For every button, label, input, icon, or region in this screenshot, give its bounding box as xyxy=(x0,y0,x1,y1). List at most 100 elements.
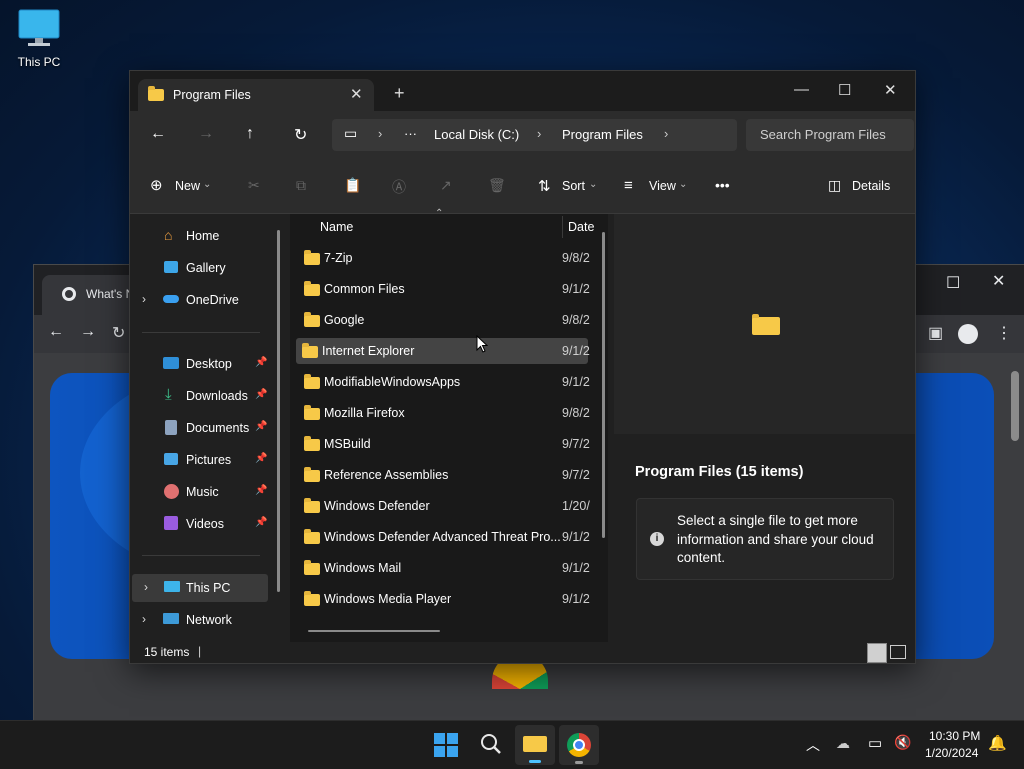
nav-scrollbar[interactable] xyxy=(277,230,280,592)
file-list-vertical-scrollbar[interactable] xyxy=(602,232,605,538)
view-button[interactable]: View xyxy=(649,179,676,193)
file-name: Windows Defender Advanced Threat Pro... xyxy=(324,530,561,544)
explorer-tab[interactable]: Program Files ✕ xyxy=(138,79,374,111)
file-name: 7-Zip xyxy=(324,251,353,265)
nav-item-music[interactable]: Music 📌 xyxy=(130,478,270,506)
maximize-icon[interactable]: ☐ xyxy=(946,273,960,293)
breadcrumb-folder[interactable]: Program Files xyxy=(562,127,643,142)
menu-icon[interactable]: ⋮ xyxy=(996,323,1012,343)
file-date: 9/8/2 xyxy=(562,313,590,327)
file-date: 9/7/2 xyxy=(562,437,590,451)
back-icon[interactable]: ← xyxy=(150,125,166,143)
file-explorer-window[interactable]: Program Files ✕ + — ☐ ✕ ← → ↑ ↻ ▭ › ··· … xyxy=(129,70,916,664)
network-icon[interactable]: ▭ xyxy=(868,734,882,752)
forward-icon[interactable]: → xyxy=(80,323,96,341)
copy-icon[interactable]: ⧉ xyxy=(296,177,306,194)
file-row[interactable]: Windows Defender 1/20/ xyxy=(298,493,590,519)
navigation-pane: ⌂ Home Gallery › OneDrive Desktop 📌 ⤓ Do… xyxy=(130,214,288,642)
computer-icon xyxy=(164,581,180,592)
profile-icon[interactable] xyxy=(958,324,978,344)
details-view-icon[interactable] xyxy=(867,643,887,663)
status-bar: 15 items | xyxy=(130,642,915,663)
breadcrumb-ellipsis[interactable]: ··· xyxy=(404,126,417,141)
clock-time[interactable]: 10:30 PM xyxy=(929,729,980,743)
column-header-name[interactable]: Name xyxy=(320,220,353,234)
close-icon[interactable]: ✕ xyxy=(992,271,1005,291)
file-row[interactable]: Windows Mail 9/1/2 xyxy=(298,555,590,581)
sort-icon: ⇅ xyxy=(538,178,551,195)
search-input[interactable]: Search Program Files xyxy=(746,119,914,151)
nav-item-network[interactable]: › Network xyxy=(130,606,270,634)
pin-icon: 📌 xyxy=(255,421,268,432)
picture-icon xyxy=(164,453,178,465)
new-tab-button[interactable]: + xyxy=(394,83,405,104)
share-icon[interactable]: ↗ xyxy=(440,177,452,194)
folder-icon xyxy=(304,591,320,606)
file-row[interactable]: Common Files 9/1/2 xyxy=(298,276,590,302)
breadcrumb[interactable]: ▭ › ··· Local Disk (C:) › Program Files … xyxy=(332,119,737,151)
folder-icon xyxy=(304,250,320,265)
up-icon[interactable]: ↑ xyxy=(246,125,254,143)
desktop-icon-this-pc[interactable]: This PC xyxy=(10,8,68,69)
start-icon[interactable] xyxy=(432,731,462,759)
nav-item-this-pc[interactable]: › This PC xyxy=(132,574,268,602)
file-row[interactable]: 7-Zip 9/8/2 xyxy=(298,245,590,271)
file-row-selected[interactable]: Internet Explorer 9/1/2 xyxy=(296,338,590,364)
refresh-icon[interactable]: ↻ xyxy=(294,125,307,145)
cut-icon[interactable]: ✂ xyxy=(248,177,260,194)
column-header-date[interactable]: Date xyxy=(568,220,594,234)
taskbar-file-explorer-button[interactable] xyxy=(515,725,555,765)
taskbar-chrome-button[interactable] xyxy=(559,725,599,765)
nav-item-gallery[interactable]: Gallery xyxy=(130,254,270,282)
file-row[interactable]: Reference Assemblies 9/7/2 xyxy=(298,462,590,488)
side-panel-icon[interactable]: ▣ xyxy=(928,323,943,343)
file-row[interactable]: Windows Media Player 9/1/2 xyxy=(298,586,590,612)
paste-icon[interactable]: 📋 xyxy=(344,177,361,194)
file-row[interactable]: MSBuild 9/7/2 xyxy=(298,431,590,457)
minimize-icon[interactable]: — xyxy=(794,81,809,98)
close-tab-icon[interactable]: ✕ xyxy=(350,85,363,103)
clock-date[interactable]: 1/20/2024 xyxy=(925,746,978,760)
nav-item-downloads[interactable]: ⤓ Downloads 📌 xyxy=(130,382,270,410)
forward-icon[interactable]: → xyxy=(198,125,214,143)
search-icon[interactable] xyxy=(478,731,508,759)
file-row[interactable]: Mozilla Firefox 9/8/2 xyxy=(298,400,590,426)
file-date: 9/1/2 xyxy=(562,282,590,296)
delete-icon[interactable]: 🗑 xyxy=(488,177,506,194)
chevron-right-icon[interactable]: › xyxy=(142,292,146,306)
nav-item-documents[interactable]: Documents 📌 xyxy=(130,414,270,442)
file-row[interactable]: ModifiableWindowsApps 9/1/2 xyxy=(298,369,590,395)
volume-icon[interactable]: 🔇 xyxy=(894,734,911,751)
browser-scrollbar[interactable] xyxy=(1006,353,1024,721)
nav-item-videos[interactable]: Videos 📌 xyxy=(130,510,270,538)
breadcrumb-drive[interactable]: Local Disk (C:) xyxy=(434,127,519,142)
file-list-horizontal-scrollbar[interactable] xyxy=(308,630,440,632)
sort-button[interactable]: Sort xyxy=(562,179,585,193)
back-icon[interactable]: ← xyxy=(48,323,64,341)
onedrive-icon[interactable]: ☁ xyxy=(836,735,850,752)
folder-icon xyxy=(148,86,164,101)
nav-item-pictures[interactable]: Pictures 📌 xyxy=(130,446,270,474)
large-icons-view-icon[interactable] xyxy=(890,645,906,659)
nav-item-desktop[interactable]: Desktop 📌 xyxy=(130,350,270,378)
nav-item-onedrive[interactable]: › OneDrive xyxy=(130,286,270,314)
maximize-icon[interactable]: ☐ xyxy=(838,81,851,99)
nav-item-label: Downloads xyxy=(186,389,248,403)
new-button[interactable]: New xyxy=(175,179,200,193)
taskbar: ︿ ☁ ▭ 🔇 10:30 PM 1/20/2024 🔔 xyxy=(0,720,1024,769)
chevron-right-icon[interactable]: › xyxy=(142,612,146,626)
close-icon[interactable]: ✕ xyxy=(884,81,897,99)
chevron-right-icon[interactable]: › xyxy=(144,580,148,594)
file-row[interactable]: Windows Defender Advanced Threat Pro... 9… xyxy=(298,524,590,550)
folder-icon xyxy=(304,312,320,327)
nav-item-home[interactable]: ⌂ Home xyxy=(130,222,270,250)
show-hidden-icons-icon[interactable]: ︿ xyxy=(806,735,820,755)
details-pane-icon: ◫ xyxy=(828,177,842,193)
chevron-right-icon[interactable]: › xyxy=(664,126,668,141)
notification-bell-icon[interactable]: 🔔 xyxy=(988,734,1007,752)
more-options-button[interactable]: ••• xyxy=(715,177,730,193)
rename-icon[interactable]: Ⓐ xyxy=(392,177,406,197)
file-row[interactable]: Google 9/8/2 xyxy=(298,307,590,333)
reload-icon[interactable]: ↻ xyxy=(112,323,125,343)
details-button[interactable]: Details xyxy=(852,179,890,193)
